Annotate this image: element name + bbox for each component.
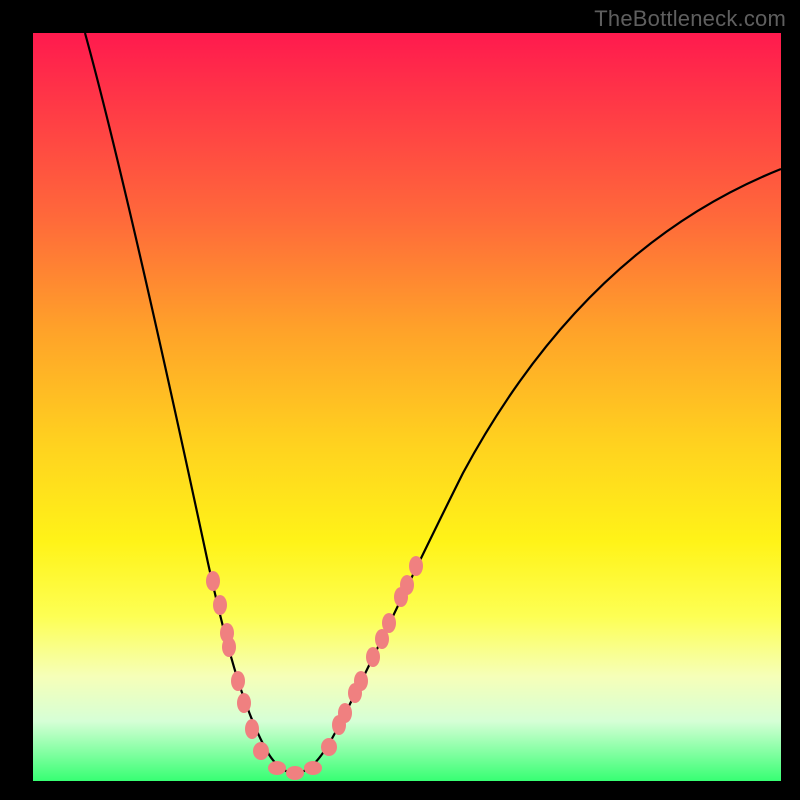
markers-right bbox=[321, 556, 423, 756]
bottleneck-curve-path bbox=[85, 33, 781, 773]
watermark-text: TheBottleneck.com bbox=[594, 6, 786, 32]
bottleneck-curve-svg bbox=[33, 33, 781, 781]
outer-frame: TheBottleneck.com bbox=[0, 0, 800, 800]
plot-area bbox=[33, 33, 781, 781]
markers-bottom bbox=[268, 761, 322, 780]
markers-left bbox=[206, 571, 269, 760]
